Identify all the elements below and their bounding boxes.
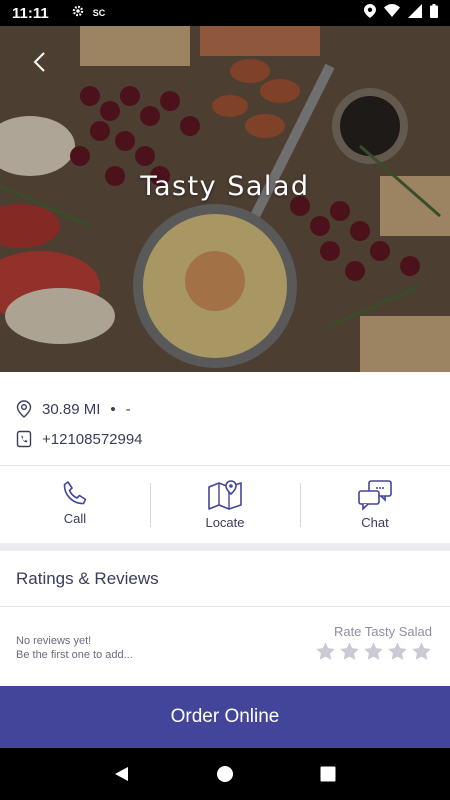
battery-icon — [430, 3, 438, 23]
location-pin-icon — [16, 400, 32, 418]
star-icon[interactable] — [315, 641, 336, 662]
recents-icon — [320, 766, 336, 782]
star-icon[interactable] — [363, 641, 384, 662]
empty-reviews-line2: Be the first one to add... — [16, 649, 133, 661]
nav-home-button[interactable] — [213, 762, 237, 786]
phone-row[interactable]: +12108572994 — [16, 430, 143, 448]
action-bar: Call Locate Chat — [0, 467, 450, 543]
star-rating — [315, 641, 432, 662]
nav-recents-button[interactable] — [316, 762, 340, 786]
phone-icon — [63, 481, 87, 505]
chat-button[interactable]: Chat — [300, 467, 450, 543]
status-time: 11:11 — [12, 4, 49, 22]
hero-image: Tasty Salad — [0, 26, 450, 372]
gear-icon — [71, 4, 85, 23]
nav-back-button[interactable] — [110, 762, 134, 786]
reviews-section: No reviews yet! Be the first one to add.… — [0, 608, 450, 686]
extra-value: - — [125, 400, 131, 418]
phone-number[interactable]: +12108572994 — [42, 431, 143, 448]
back-button[interactable] — [26, 48, 54, 76]
wifi-icon — [384, 4, 400, 22]
bullet-separator: • — [110, 400, 116, 418]
location-icon — [364, 3, 376, 23]
rate-label: Rate Tasty Salad — [333, 624, 432, 639]
distance-value: 30.89 MI — [42, 400, 101, 418]
star-icon[interactable] — [387, 641, 408, 662]
status-bar: 11:11 SC — [0, 0, 450, 26]
chevron-left-icon — [33, 52, 45, 72]
empty-reviews-message: No reviews yet! Be the first one to add.… — [16, 634, 133, 662]
section-divider — [0, 543, 450, 551]
ratings-header: Ratings & Reviews — [0, 551, 450, 607]
signal-icon — [408, 3, 422, 23]
home-icon — [216, 766, 233, 782]
call-button[interactable]: Call — [0, 467, 150, 543]
chat-icon — [358, 480, 392, 511]
empty-reviews-line1: No reviews yet! — [16, 635, 92, 647]
call-label: Call — [63, 511, 87, 526]
locate-label: Locate — [205, 515, 245, 530]
sim-label: SC — [92, 8, 106, 18]
locate-button[interactable]: Locate — [150, 467, 300, 543]
restaurant-info: 30.89 MI • - +12108572994 — [0, 372, 450, 466]
back-icon — [114, 767, 128, 781]
restaurant-title: Tasty Salad — [140, 171, 310, 202]
chat-label: Chat — [361, 515, 389, 530]
distance-row: 30.89 MI • - — [16, 400, 131, 418]
rate-widget: Rate Tasty Salad — [315, 624, 432, 662]
system-nav-bar — [0, 748, 450, 800]
map-icon — [208, 480, 242, 510]
star-icon[interactable] — [339, 641, 360, 662]
order-online-button[interactable]: Order Online — [0, 686, 450, 748]
star-icon[interactable] — [411, 641, 432, 662]
phone-outline-icon — [16, 430, 32, 448]
